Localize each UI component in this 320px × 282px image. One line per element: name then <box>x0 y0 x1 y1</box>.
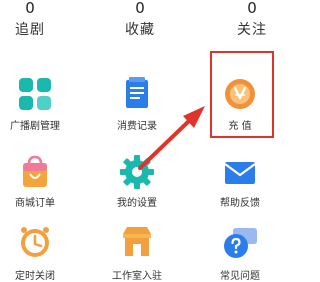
stat-following[interactable]: 0 关注 <box>222 0 282 39</box>
grid-icon <box>19 78 51 110</box>
stat-value: 0 <box>135 0 145 17</box>
menu-item-label: 常见问题 <box>220 271 260 282</box>
question-chat-icon <box>224 228 257 258</box>
stat-follow-drama[interactable]: 0 追剧 <box>0 0 60 39</box>
menu-item-label: 消费记录 <box>117 121 157 132</box>
menu-item-label: 定时关闭 <box>15 271 55 282</box>
menu-item-label: 工作室入驻 <box>112 271 162 282</box>
recharge-highlight-box <box>210 51 274 138</box>
document-icon <box>126 77 148 108</box>
stat-value: 0 <box>247 0 257 17</box>
menu-item-label: 我的设置 <box>117 198 157 209</box>
stat-label: 追剧 <box>15 22 45 38</box>
gear-icon <box>120 155 154 189</box>
store-icon <box>123 227 151 256</box>
mail-icon <box>224 162 256 184</box>
stat-value: 0 <box>25 0 35 17</box>
shopping-bag-icon <box>23 155 47 187</box>
menu-item-label: 广播剧管理 <box>10 121 60 132</box>
stat-favorites[interactable]: 0 收藏 <box>110 0 170 39</box>
stat-label: 收藏 <box>125 22 155 38</box>
clock-icon <box>21 227 49 257</box>
menu-item-label: 帮助反馈 <box>220 198 260 209</box>
stat-label: 关注 <box>237 22 267 38</box>
menu-item-label: 商城订单 <box>15 198 55 209</box>
